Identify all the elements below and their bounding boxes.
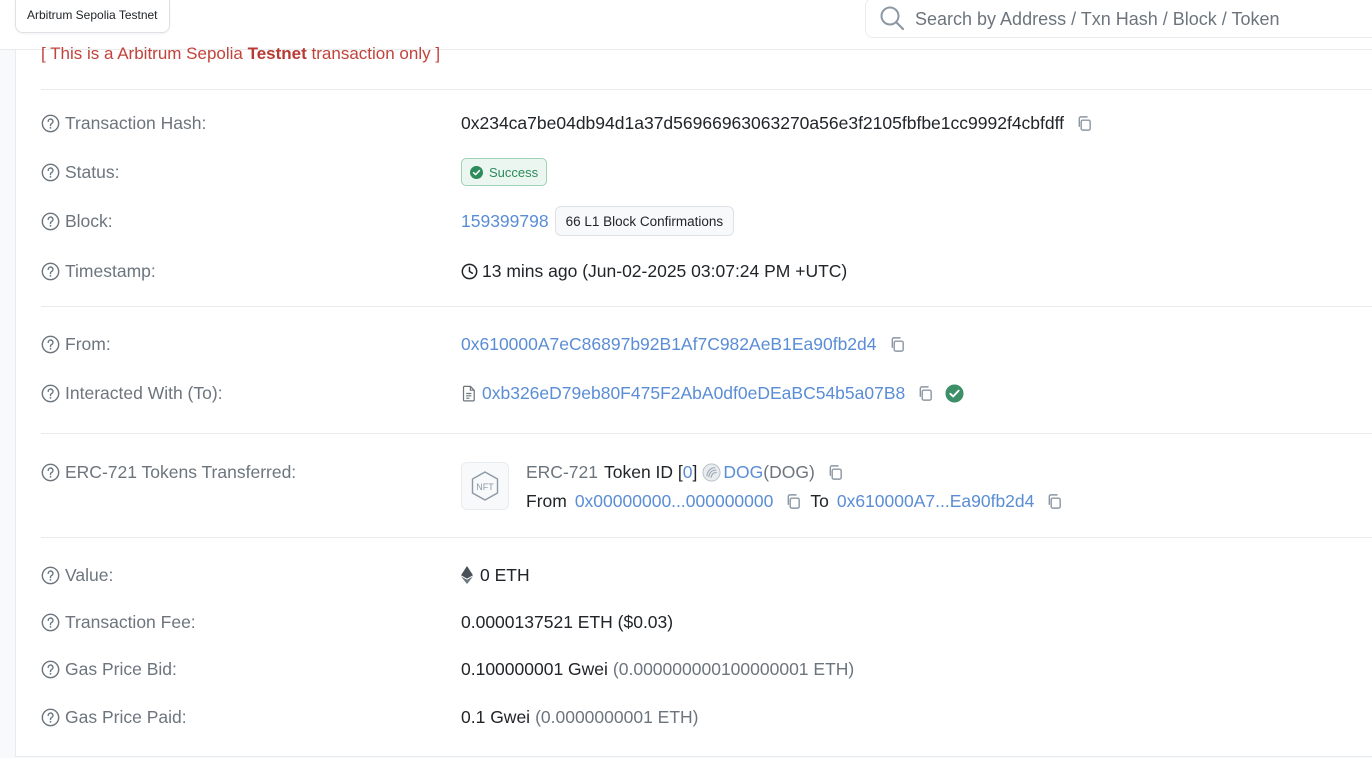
- divider: [41, 306, 1372, 307]
- row-block: Block: 159399798 66 L1 Block Confirmatio…: [41, 206, 1371, 236]
- token-id-link[interactable]: 0: [683, 462, 693, 483]
- transaction-details-card: [ This is a Arbitrum Sepolia Testnet tra…: [15, 44, 1372, 757]
- network-badge[interactable]: Arbitrum Sepolia Testnet: [15, 0, 170, 33]
- row-status: Status: Success: [41, 157, 1371, 187]
- ethereum-icon: [461, 566, 473, 584]
- token-from-address-link[interactable]: 0x00000000...000000000: [575, 491, 774, 512]
- copy-icon[interactable]: [889, 336, 906, 353]
- check-circle-icon: [470, 165, 483, 179]
- row-value: Value: 0 ETH: [41, 560, 1371, 590]
- row-erc721-transfer: ERC-721 Tokens Transferred: NFT ERC-721 …: [41, 457, 1371, 517]
- token-logo-icon: [702, 462, 721, 482]
- question-circle-icon[interactable]: [41, 212, 60, 231]
- confirmations-badge: 66 L1 Block Confirmations: [554, 206, 735, 236]
- token-name-link[interactable]: DOG: [723, 462, 763, 483]
- block-number-link[interactable]: 159399798: [461, 211, 549, 232]
- timestamp-value: 13 mins ago (Jun-02-2025 03:07:24 PM +UT…: [482, 260, 848, 281]
- question-circle-icon[interactable]: [41, 262, 60, 281]
- status-badge: Success: [461, 158, 548, 186]
- gas-price-paid-value: 0.1 Gwei: [461, 706, 531, 727]
- row-gas-price-bid: Gas Price Bid: 0.100000001 Gwei (0.00000…: [41, 654, 1371, 684]
- search-input[interactable]: [913, 3, 1357, 35]
- divider: [41, 89, 1372, 90]
- question-circle-icon[interactable]: [41, 566, 60, 585]
- top-bar: Arbitrum Sepolia Testnet: [0, 0, 1372, 50]
- token-to-address-link[interactable]: 0x610000A7...Ea90fb2d4: [837, 491, 1035, 512]
- question-circle-icon[interactable]: [41, 335, 60, 354]
- row-transaction-fee: Transaction Fee: 0.0000137521 ETH ($0.03…: [41, 607, 1371, 637]
- from-address-link[interactable]: 0x610000A7eC86897b92B1Af7C982AeB1Ea90fb2…: [461, 334, 877, 355]
- copy-icon[interactable]: [827, 464, 844, 481]
- transaction-fee-value: 0.0000137521 ETH ($0.03): [461, 611, 674, 632]
- divider: [41, 537, 1372, 538]
- svg-text:NFT: NFT: [476, 482, 494, 492]
- search-icon: [880, 6, 905, 31]
- question-circle-icon[interactable]: [41, 163, 60, 182]
- clock-icon: [461, 263, 478, 279]
- question-circle-icon[interactable]: [41, 613, 60, 632]
- question-circle-icon[interactable]: [41, 660, 60, 679]
- row-gas-price-paid: Gas Price Paid: 0.1 Gwei (0.0000000001 E…: [41, 702, 1371, 732]
- search-box[interactable]: [865, 0, 1372, 38]
- row-from: From: 0x610000A7eC86897b92B1Af7C982AeB1E…: [41, 329, 1371, 359]
- nft-icon: NFT: [471, 471, 499, 501]
- divider: [41, 433, 1372, 434]
- copy-icon[interactable]: [917, 385, 934, 402]
- testnet-notice: [ This is a Arbitrum Sepolia Testnet tra…: [41, 44, 441, 63]
- question-circle-icon[interactable]: [41, 114, 60, 133]
- value-amount: 0 ETH: [480, 564, 530, 585]
- question-circle-icon[interactable]: [41, 708, 60, 727]
- copy-icon[interactable]: [1076, 115, 1093, 132]
- nft-thumbnail[interactable]: NFT: [461, 462, 509, 510]
- transaction-hash-value: 0x234ca7be04db94d1a37d56966963063270a56e…: [461, 112, 1065, 133]
- gas-price-bid-value: 0.100000001 Gwei: [461, 658, 608, 679]
- row-transaction-hash: Transaction Hash: 0x234ca7be04db94d1a37d…: [41, 108, 1371, 138]
- copy-icon[interactable]: [785, 493, 802, 510]
- question-circle-icon[interactable]: [41, 384, 60, 403]
- to-contract-link[interactable]: 0xb326eD79eb80F475F2AbA0df0eDEaBC54b5a07…: [482, 383, 905, 404]
- row-interacted-with: Interacted With (To): 0xb326eD79eb80F475…: [41, 378, 1371, 408]
- question-circle-icon[interactable]: [41, 463, 60, 482]
- file-icon: [462, 385, 475, 401]
- copy-icon[interactable]: [1046, 493, 1063, 510]
- check-circle-icon: [945, 383, 964, 403]
- row-timestamp: Timestamp: 13 mins ago (Jun-02-2025 03:0…: [41, 256, 1371, 286]
